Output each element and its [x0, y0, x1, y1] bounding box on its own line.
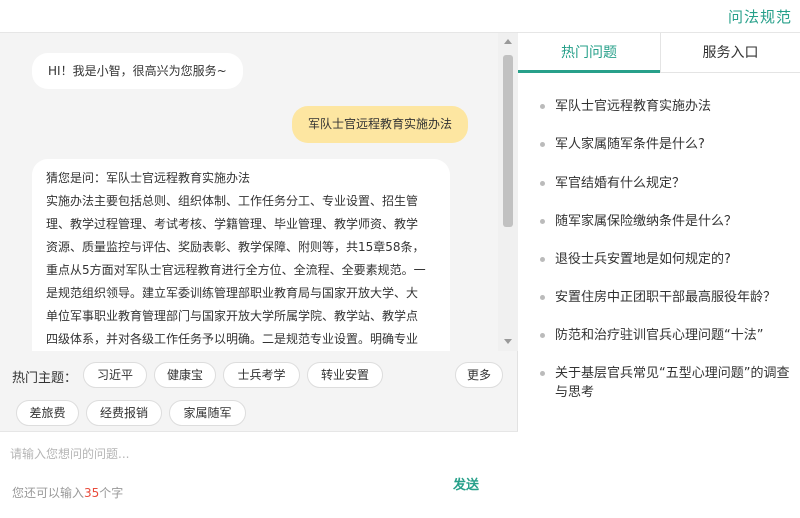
hot-question-text: 军官结婚有什么规定？ — [555, 176, 686, 191]
hot-question-text: 防范和治疗驻训官兵心理问题“十法” — [555, 328, 764, 343]
char-counter-value: 35 — [84, 486, 100, 500]
hot-question-text: 军队士官远程教育实施办法 — [555, 99, 712, 114]
char-counter: 您还可以输入35个字 — [12, 484, 123, 501]
answer-line: 单位军事职业教育管理部门与国家开放大学所属学院、教学站、教学点 — [46, 309, 419, 323]
hot-question-text: 军人家属随军条件是什么? — [555, 137, 705, 152]
hot-question-item[interactable]: 随军家属保险缴纳条件是什么？ — [540, 212, 796, 231]
send-button[interactable]: 发送 — [446, 472, 486, 494]
answer-line: 四级体系，并对各级工作任务予以明确。二是规范专业设置。明确专业 — [46, 332, 419, 346]
hot-topics-label: 热门主题： — [12, 371, 78, 386]
topic-chip[interactable]: 习近平 — [83, 362, 147, 388]
bullet-icon — [540, 371, 545, 376]
bullet-icon — [540, 333, 545, 338]
hot-question-text: 安置住房中正团职干部最高服役年龄？ — [555, 290, 777, 305]
bot-greeting-bubble: HI！我是小智，很高兴为您服务~ — [32, 53, 243, 89]
hot-question-text: 退役士兵安置地是如何规定的? — [555, 252, 731, 267]
hot-question-item[interactable]: 关于基层官兵常见“五型心理问题”的调查与思考 — [540, 364, 796, 402]
topic-chip[interactable]: 差旅费 — [16, 400, 79, 426]
hot-question-item[interactable]: 军人家属随军条件是什么? — [540, 135, 796, 154]
topic-chip[interactable]: 健康宝 — [154, 362, 216, 388]
answer-line: 猜您是问：军队士官远程教育实施办法 — [46, 171, 251, 185]
answer-line: 资源、质量监控与评估、奖励表彰、教学保障、附则等，共15章58条， — [46, 240, 425, 254]
bullet-icon — [540, 142, 545, 147]
answer-line: 理、教学过程管理、考试考核、学籍管理、毕业管理、教学师资、教学 — [46, 217, 419, 231]
side-tabs: 热门问题 服务入口 — [518, 33, 800, 73]
topic-chip[interactable]: 士兵考学 — [223, 362, 300, 388]
char-counter-suffix: 个字 — [99, 486, 124, 500]
message-list: HI！我是小智，很高兴为您服务~ 军队士官远程教育实施办法 猜您是问：军队士官远… — [0, 33, 498, 351]
topic-chip[interactable]: 经费报销 — [86, 400, 162, 426]
tab-service-entry[interactable]: 服务入口 — [660, 33, 800, 73]
side-panel: 热门问题 服务入口 军队士官远程教育实施办法 军人家属随军条件是什么? 军官结婚… — [518, 32, 800, 518]
hot-question-text: 关于基层官兵常见“五型心理问题”的调查与思考 — [555, 366, 790, 400]
hot-question-item[interactable]: 军队士官远程教育实施办法 — [540, 97, 796, 116]
input-area: 您还可以输入35个字 发送 — [0, 431, 518, 518]
chat-panel: HI！我是小智，很高兴为您服务~ 军队士官远程教育实施办法 猜您是问：军队士官远… — [0, 32, 518, 518]
hot-question-item[interactable]: 防范和治疗驻训官兵心理问题“十法” — [540, 326, 796, 345]
bot-answer-bubble: 猜您是问：军队士官远程教育实施办法 实施办法主要包括总则、组织体制、工作任务分工… — [32, 159, 450, 351]
user-query-bubble: 军队士官远程教育实施办法 — [292, 106, 469, 143]
answer-line: 重点从5方面对军队士官远程教育进行全方位、全流程、全要素规范。一 — [46, 263, 426, 277]
hot-question-item[interactable]: 退役士兵安置地是如何规定的? — [540, 250, 796, 269]
bullet-icon — [540, 181, 545, 186]
question-input[interactable] — [10, 436, 500, 472]
hot-question-item[interactable]: 军官结婚有什么规定？ — [540, 174, 796, 193]
bullet-icon — [540, 257, 545, 262]
more-topics-button[interactable]: 更多 — [455, 362, 503, 388]
brand-title[interactable]: 问法规范 — [728, 6, 792, 27]
hot-question-text: 随军家属保险缴纳条件是什么？ — [555, 214, 738, 229]
answer-line: 实施办法主要包括总则、组织体制、工作任务分工、专业设置、招生管 — [46, 194, 419, 208]
hot-question-item[interactable]: 安置住房中正团职干部最高服役年龄？ — [540, 288, 796, 307]
char-counter-prefix: 您还可以输入 — [12, 486, 85, 500]
bullet-icon — [540, 219, 545, 224]
answer-line: 是规范组织领导。建立军委训练管理部职业教育局与国家开放大学、大 — [46, 286, 419, 300]
tab-hot-questions[interactable]: 热门问题 — [518, 33, 660, 73]
scroll-thumb[interactable] — [503, 55, 513, 227]
topic-chip[interactable]: 转业安置 — [307, 362, 383, 388]
scroll-up-icon[interactable] — [504, 39, 512, 44]
bullet-icon — [540, 295, 545, 300]
topic-chip[interactable]: 家属随军 — [169, 400, 246, 426]
top-bar: 问法规范 — [0, 0, 800, 32]
scroll-down-icon[interactable] — [504, 339, 512, 344]
bullet-icon — [540, 104, 545, 109]
chat-scrollbar[interactable] — [498, 33, 518, 351]
